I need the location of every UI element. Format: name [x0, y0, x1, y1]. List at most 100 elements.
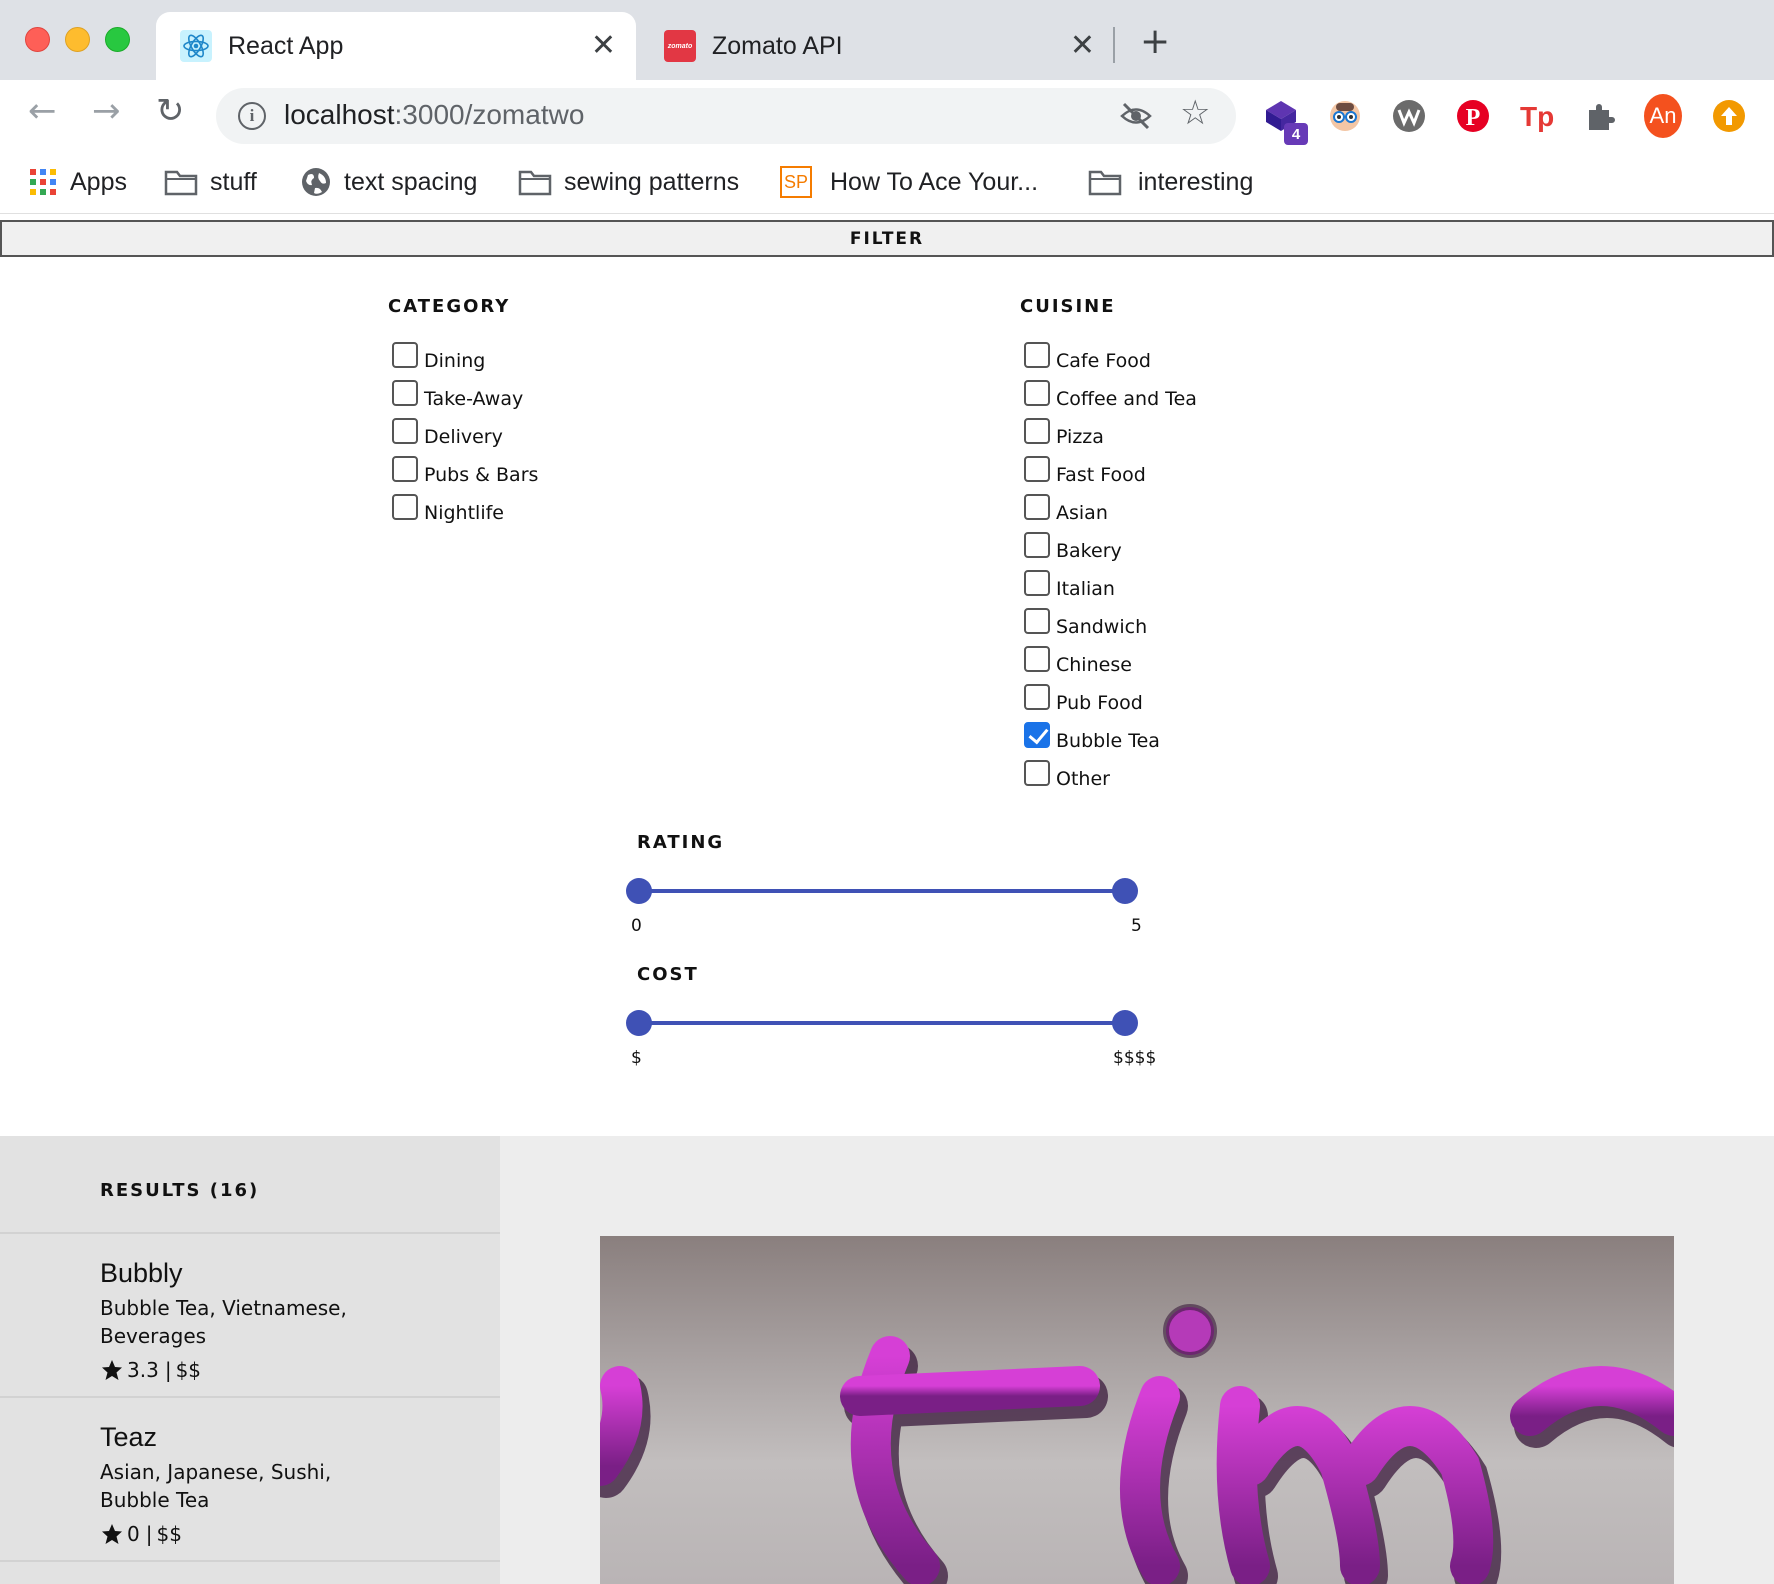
category-checkbox[interactable]: [392, 380, 418, 406]
zomato-logo-icon: zomato: [664, 30, 696, 62]
bookmark-interesting[interactable]: interesting: [1088, 162, 1253, 202]
tab-react-app[interactable]: React App ✕: [156, 12, 636, 80]
cuisine-checkbox[interactable]: [1024, 760, 1050, 786]
tab-strip: React App ✕ zomato Zomato API ✕ +: [0, 0, 1774, 80]
result-meta: 3.3 | $$: [100, 1358, 201, 1382]
cuisine-checkbox[interactable]: [1024, 570, 1050, 596]
rating-slider[interactable]: [626, 872, 1138, 912]
bookmark-stuff[interactable]: stuff: [164, 162, 257, 202]
address-bar[interactable]: i localhost:3000/zomatwo ☆: [216, 88, 1236, 144]
cuisine-checkbox[interactable]: [1024, 684, 1050, 710]
extension-w-icon[interactable]: [1390, 97, 1428, 135]
rating-slider-track[interactable]: [638, 889, 1126, 893]
category-label: Take-Away: [424, 388, 524, 410]
result-cuisine: Bubble Tea, Vietnamese, Beverages: [100, 1296, 347, 1348]
cuisine-label: Italian: [1056, 578, 1115, 600]
tab-title: Zomato API: [712, 31, 843, 60]
bookmarks-bar: Apps stuff text spacing sewing patterns …: [0, 152, 1774, 214]
cuisine-checkbox[interactable]: [1024, 456, 1050, 482]
cost-max-label: $$$$: [1113, 1048, 1157, 1068]
cuisine-label: Pizza: [1056, 426, 1104, 448]
bookmark-apps[interactable]: Apps: [28, 162, 127, 202]
results-header: RESULTS (16): [0, 1136, 500, 1234]
results-area: RESULTS (16) Bubbly Bubble Tea, Vietname…: [0, 1136, 1774, 1584]
extensions-puzzle-icon[interactable]: [1582, 97, 1620, 135]
extension-glasses-icon[interactable]: [1326, 97, 1364, 135]
browser-toolbar: ← → ↻ i localhost:3000/zomatwo ☆: [0, 80, 1774, 152]
minimize-window-button[interactable]: [65, 27, 90, 52]
tab-divider: [1113, 27, 1115, 63]
extension-cube-icon[interactable]: 4: [1262, 97, 1308, 145]
rating-min-label: 0: [631, 916, 642, 936]
close-window-button[interactable]: [25, 27, 50, 52]
eye-off-icon[interactable]: [1120, 101, 1152, 135]
result-item-bubbly[interactable]: Bubbly Bubble Tea, Vietnamese, Beverages…: [0, 1234, 500, 1398]
result-cost: $$: [175, 1358, 202, 1382]
cuisine-checkbox[interactable]: [1024, 646, 1050, 672]
info-icon[interactable]: i: [238, 102, 266, 130]
result-meta: 0 | $$: [100, 1522, 182, 1546]
bookmark-how-to-ace[interactable]: SP How To Ace Your...: [780, 162, 1038, 202]
maximize-window-button[interactable]: [105, 27, 130, 52]
close-tab-icon[interactable]: ✕: [591, 31, 616, 61]
results-panel: RESULTS (16) Bubbly Bubble Tea, Vietname…: [0, 1136, 500, 1584]
cuisine-checkbox[interactable]: [1024, 418, 1050, 444]
cuisine-checkbox[interactable]: [1024, 380, 1050, 406]
profile-avatar[interactable]: An: [1644, 94, 1682, 138]
category-checkbox[interactable]: [392, 456, 418, 482]
cost-slider-max-thumb[interactable]: [1112, 1010, 1138, 1036]
result-rating: 3.3: [127, 1358, 159, 1382]
rating-slider-min-thumb[interactable]: [626, 878, 652, 904]
cuisine-label: Chinese: [1056, 654, 1132, 676]
category-checkbox[interactable]: [392, 342, 418, 368]
folder-icon: [518, 170, 552, 196]
tab-zomato-api[interactable]: zomato Zomato API ✕: [640, 12, 1115, 80]
category-checkbox[interactable]: [392, 494, 418, 520]
tab-title: React App: [228, 31, 344, 60]
cost-min-label: $: [631, 1048, 642, 1068]
close-tab-icon[interactable]: ✕: [1070, 31, 1095, 61]
bookmark-star-icon[interactable]: ☆: [1180, 96, 1210, 130]
extension-tp-icon[interactable]: Tp: [1518, 97, 1556, 135]
results-title: RESULTS (16): [100, 1180, 260, 1201]
react-logo-icon: [180, 30, 212, 62]
cost-slider-min-thumb[interactable]: [626, 1010, 652, 1036]
forward-arrow-icon[interactable]: →: [92, 94, 121, 128]
cuisine-checkbox[interactable]: [1024, 608, 1050, 634]
cuisine-label: Cafe Food: [1056, 350, 1151, 372]
category-checkbox[interactable]: [392, 418, 418, 444]
cuisine-checkbox[interactable]: [1024, 532, 1050, 558]
reload-icon[interactable]: ↻: [156, 94, 185, 128]
result-cuisine: Asian, Japanese, Sushi, Bubble Tea: [100, 1460, 332, 1512]
cuisine-label: Other: [1056, 768, 1110, 790]
bookmark-text-spacing[interactable]: text spacing: [300, 162, 477, 202]
svg-text:P: P: [1466, 105, 1481, 131]
star-icon: [102, 1524, 122, 1544]
bookmark-sewing-patterns[interactable]: sewing patterns: [518, 162, 739, 202]
new-tab-icon[interactable]: +: [1140, 24, 1170, 60]
cuisine-label: Asian: [1056, 502, 1108, 524]
update-arrow-icon[interactable]: [1710, 97, 1748, 135]
folder-icon: [1088, 170, 1122, 196]
url-text[interactable]: localhost:3000/zomatwo: [284, 99, 584, 131]
cuisine-label: Coffee and Tea: [1056, 388, 1197, 410]
cost-slider[interactable]: [626, 1004, 1138, 1044]
folder-icon: [164, 170, 198, 196]
rating-title: RATING: [637, 832, 725, 853]
filter-toggle-button[interactable]: FILTER: [0, 220, 1774, 257]
apps-grid-icon: [30, 169, 56, 195]
rating-slider-max-thumb[interactable]: [1112, 878, 1138, 904]
cuisine-checkbox[interactable]: [1024, 494, 1050, 520]
restaurant-photo: [600, 1236, 1674, 1584]
result-item-teaz[interactable]: Teaz Asian, Japanese, Sushi, Bubble Tea …: [0, 1398, 500, 1562]
pinterest-icon[interactable]: P: [1454, 97, 1492, 135]
category-label: Nightlife: [424, 502, 504, 524]
cuisine-checkbox[interactable]: [1024, 342, 1050, 368]
result-name: Bubbly: [100, 1258, 183, 1288]
cost-title: COST: [637, 964, 699, 985]
cuisine-label: Bubble Tea: [1056, 730, 1160, 752]
back-arrow-icon[interactable]: ←: [28, 94, 57, 128]
cost-slider-track[interactable]: [638, 1021, 1126, 1025]
cuisine-checkbox[interactable]: [1024, 722, 1050, 748]
globe-icon: [302, 168, 330, 196]
